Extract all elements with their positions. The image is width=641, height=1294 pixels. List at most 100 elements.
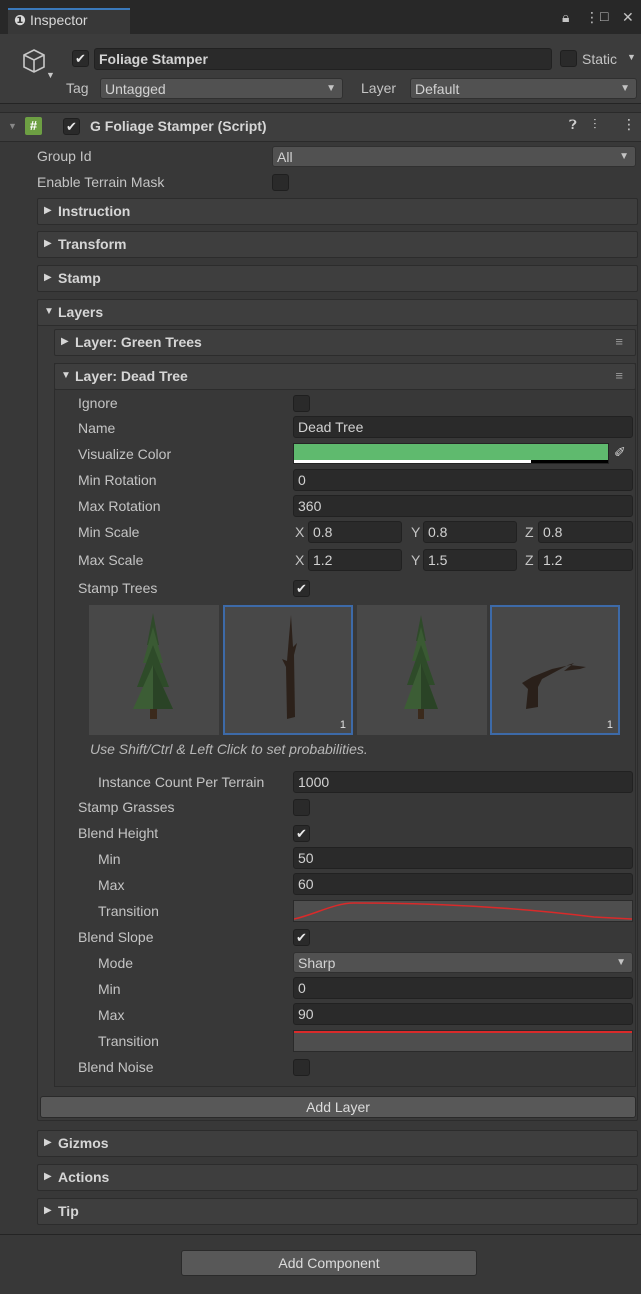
close-icon[interactable]: ✕ [622, 9, 634, 26]
fold-icon: ▶ [44, 238, 52, 249]
hamburger-icon[interactable]: ≡ [615, 334, 623, 349]
object-name: Foliage Stamper [99, 51, 208, 67]
section-instruction[interactable]: ▶ Instruction [37, 198, 638, 225]
blend-height-checkbox[interactable]: ✔ [293, 825, 310, 842]
blend-slope-transition-label: Transition [98, 1033, 159, 1049]
instance-count-field[interactable]: 1000 [293, 771, 633, 793]
alpha-bar [294, 460, 531, 463]
divider [0, 1234, 641, 1235]
layer-dead-tree[interactable]: ▼ Layer: Dead Tree ≡ [54, 363, 636, 390]
stamp-grasses-checkbox[interactable] [293, 799, 310, 816]
blend-slope-curve[interactable] [293, 1030, 633, 1052]
component-more-icon[interactable]: ⋮ [622, 116, 636, 133]
section-transform[interactable]: ▶ Transform [37, 231, 638, 258]
script-icon: # [25, 117, 42, 135]
max-scale-x-value: 1.2 [313, 552, 333, 568]
section-stamp[interactable]: ▶ Stamp [37, 265, 638, 292]
static-dropdown-icon[interactable]: ▼ [627, 52, 636, 62]
layer-chevron-icon: ▼ [620, 83, 630, 94]
instance-count-label: Instance Count Per Terrain [98, 774, 265, 790]
blend-noise-checkbox[interactable] [293, 1059, 310, 1076]
stamp-trees-checkbox[interactable]: ✔ [293, 580, 310, 597]
min-scale-x-field[interactable]: 0.8 [308, 521, 402, 543]
min-scale-x-value: 0.8 [313, 524, 333, 540]
component-title: G Foliage Stamper (Script) [90, 118, 267, 134]
blend-slope-mode-label: Mode [98, 955, 134, 971]
layer-title: Layer: Dead Tree [75, 368, 188, 384]
fold-icon: ▶ [61, 336, 69, 347]
fold-icon: ▶ [44, 1205, 52, 1216]
enable-mask-label: Enable Terrain Mask [37, 174, 165, 190]
chevron-down-icon[interactable]: ▼ [46, 70, 55, 80]
blend-height-curve[interactable] [293, 900, 633, 922]
blend-height-max-field[interactable]: 60 [293, 873, 633, 895]
active-checkbox[interactable]: ✔ [72, 50, 89, 67]
maximize-icon[interactable]: □ [600, 8, 608, 24]
section-actions[interactable]: ▶ Actions [37, 1164, 638, 1191]
tree-thumbnail-dead-1[interactable]: 1 [223, 605, 353, 735]
max-scale-x-label: X [295, 552, 305, 568]
min-scale-x-label: X [295, 524, 305, 540]
stamp-trees-label: Stamp Trees [78, 580, 158, 596]
lock-icon[interactable]: 🔒︎ [562, 9, 569, 26]
blend-height-min-label: Min [98, 851, 121, 867]
section-gizmos[interactable]: ▶ Gizmos [37, 1130, 638, 1157]
layer-green-trees[interactable]: ▶ Layer: Green Trees ≡ [54, 329, 636, 356]
static-label: Static [582, 51, 618, 67]
static-checkbox[interactable] [560, 50, 577, 67]
section-title: Tip [58, 1203, 79, 1219]
section-title: Instruction [58, 203, 131, 219]
color-swatch[interactable] [293, 443, 609, 464]
min-scale-y-field[interactable]: 0.8 [423, 521, 517, 543]
blend-slope-max-value: 90 [298, 1006, 314, 1022]
fold-open-icon: ▼ [44, 306, 54, 317]
cube-icon [23, 49, 45, 73]
component-enabled-checkbox[interactable]: ✔ [63, 118, 80, 135]
enable-mask-checkbox[interactable] [272, 174, 289, 191]
min-rotation-field[interactable]: 0 [293, 469, 633, 491]
transition-curve-line [294, 1031, 632, 1033]
fold-icon: ▶ [44, 1171, 52, 1182]
add-component-button[interactable]: Add Component [181, 1250, 477, 1276]
fold-icon: ▶ [44, 205, 52, 216]
blend-height-min-field[interactable]: 50 [293, 847, 633, 869]
section-tip[interactable]: ▶ Tip [37, 1198, 638, 1225]
max-scale-z-field[interactable]: 1.2 [538, 549, 633, 571]
max-scale-x-field[interactable]: 1.2 [308, 549, 402, 571]
more-icon[interactable]: ⋮ [585, 9, 599, 26]
hamburger-icon[interactable]: ≡ [615, 368, 623, 383]
max-rotation-label: Max Rotation [78, 498, 161, 514]
blend-slope-max-field[interactable]: 90 [293, 1003, 633, 1025]
help-icon[interactable]: ❓︎ [569, 117, 577, 133]
tab-inspector[interactable]: ❶ Inspector [8, 8, 130, 34]
preset-icon[interactable]: ⫶ [593, 116, 597, 133]
blend-slope-checkbox[interactable]: ✔ [293, 929, 310, 946]
section-layers[interactable]: ▼ Layers [37, 299, 638, 326]
ignore-checkbox[interactable] [293, 395, 310, 412]
blend-slope-mode-dropdown[interactable]: Sharp ▼ [293, 952, 633, 973]
layer-dropdown[interactable]: Default ▼ [410, 78, 637, 99]
eyedropper-icon[interactable]: ✐ [614, 444, 626, 461]
add-layer-button[interactable]: Add Layer [40, 1096, 636, 1118]
blend-slope-min-field[interactable]: 0 [293, 977, 633, 999]
group-id-label: Group Id [37, 148, 92, 164]
tree-thumbnail-pine-2[interactable] [357, 605, 487, 735]
tree-thumbnail-pine-1[interactable] [89, 605, 219, 735]
min-scale-z-field[interactable]: 0.8 [538, 521, 633, 543]
name-field[interactable]: Dead Tree [293, 416, 633, 438]
component-fold-icon[interactable]: ▼ [8, 121, 17, 131]
tag-dropdown[interactable]: Untagged ▼ [100, 78, 343, 99]
object-name-field[interactable]: Foliage Stamper [94, 48, 552, 70]
tree-thumbnail-dead-2[interactable]: 1 [490, 605, 620, 735]
blend-height-transition-label: Transition [98, 903, 159, 919]
max-scale-y-label: Y [411, 552, 421, 568]
fold-open-icon: ▼ [61, 370, 71, 381]
min-scale-z-value: 0.8 [543, 524, 563, 540]
max-scale-label: Max Scale [78, 552, 144, 568]
group-id-dropdown[interactable]: All ▼ [272, 146, 636, 167]
blend-slope-min-value: 0 [298, 980, 306, 996]
blend-height-max-value: 60 [298, 876, 314, 892]
max-rotation-field[interactable]: 360 [293, 495, 633, 517]
group-id-value: All [277, 149, 293, 165]
max-scale-y-field[interactable]: 1.5 [423, 549, 517, 571]
